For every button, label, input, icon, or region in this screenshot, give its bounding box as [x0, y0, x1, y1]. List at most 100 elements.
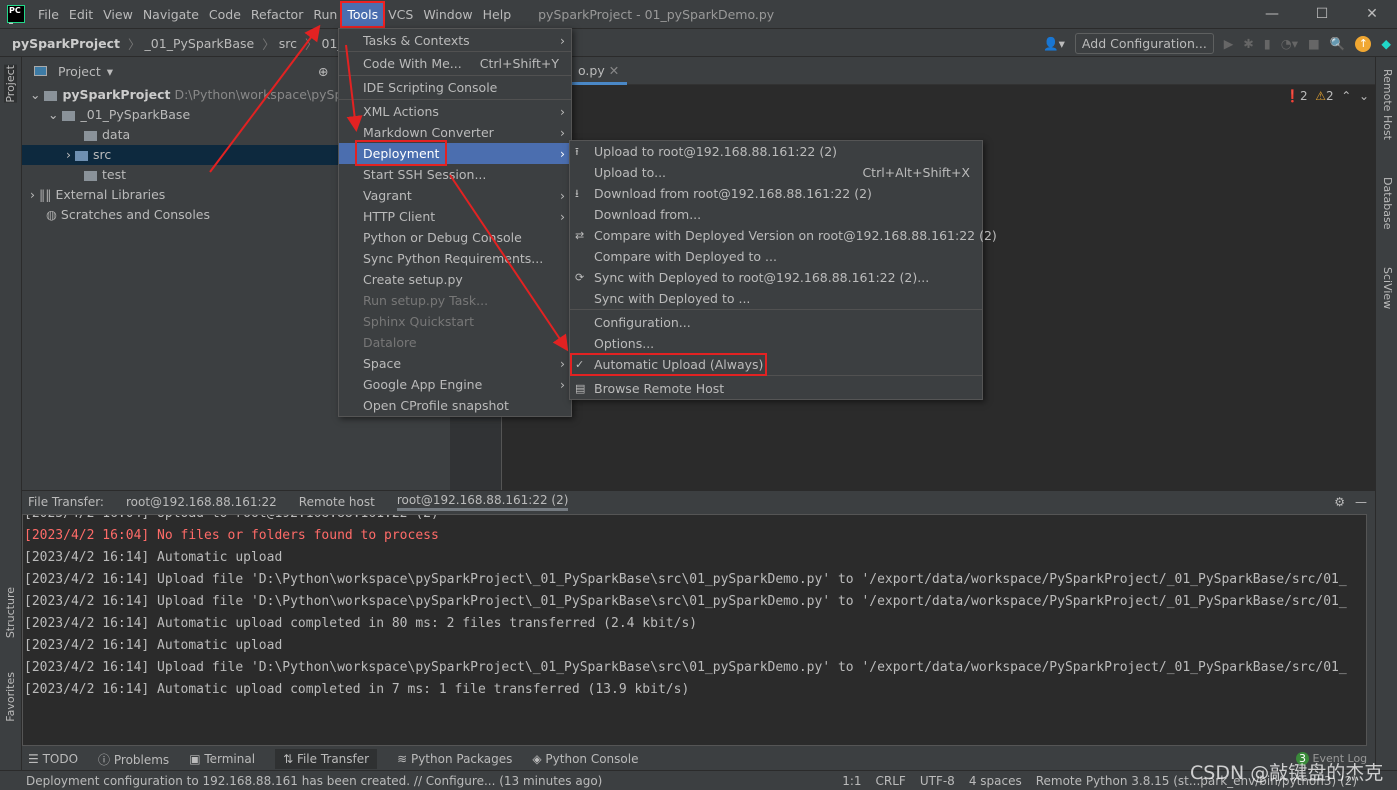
transfer-tab-remote-host[interactable]: Remote host: [299, 495, 375, 509]
favorites-tool-button[interactable]: Favorites: [4, 672, 17, 722]
tools-menu-item[interactable]: IDE Scripting Console: [339, 77, 571, 98]
tools-menu-item[interactable]: Python or Debug Console: [339, 227, 571, 248]
database-tool-button[interactable]: Database: [1381, 177, 1394, 230]
tools-menu-item[interactable]: Google App Engine ›: [339, 374, 571, 395]
deployment-menu-item[interactable]: Upload to... Ctrl+Alt+Shift+X: [570, 162, 982, 183]
tool-window-icon: ⓘ: [98, 752, 114, 767]
breadcrumb-module[interactable]: _01_PySparkBase: [145, 36, 255, 51]
hide-panel-icon[interactable]: —: [1355, 495, 1367, 509]
remote-host-tool-button[interactable]: Remote Host: [1381, 69, 1394, 140]
tools-menu-item[interactable]: Deployment ›: [339, 143, 571, 164]
menu-item-label: Options...: [594, 336, 655, 351]
menu-navigate[interactable]: Navigate: [138, 3, 204, 26]
menu-item-label: Automatic Upload (Always): [594, 357, 764, 372]
menu-refactor[interactable]: Refactor: [246, 3, 308, 26]
caret-position[interactable]: 1:1: [842, 774, 861, 788]
tools-menu-item[interactable]: Open CProfile snapshot: [339, 395, 571, 416]
tool-window-label: Problems: [113, 752, 170, 767]
stop-icon[interactable]: ■: [1308, 36, 1320, 51]
project-view-selector[interactable]: Project: [58, 64, 101, 79]
indent-setting[interactable]: 4 spaces: [969, 774, 1022, 788]
menu-code[interactable]: Code: [204, 3, 246, 26]
inspection-widget[interactable]: ❗2 ⚠2 ⌃ ⌄: [1285, 89, 1369, 103]
tools-menu-item[interactable]: Sphinx Quickstart: [339, 311, 571, 332]
tool-window-problems[interactable]: ⓘ Problems: [98, 751, 169, 768]
editor-tab[interactable]: o.py ✕: [570, 57, 628, 85]
tool-window-python-packages[interactable]: ≋ Python Packages: [397, 752, 512, 766]
menu-window[interactable]: Window: [418, 3, 477, 26]
menu-vcs[interactable]: VCS: [383, 3, 418, 26]
jetbrains-icon[interactable]: ◆: [1381, 36, 1391, 51]
close-button[interactable]: ✕: [1347, 0, 1397, 29]
deployment-menu-item[interactable]: ✓ Automatic Upload (Always): [570, 354, 982, 375]
breadcrumb-project[interactable]: pySparkProject: [12, 36, 120, 51]
debug-icon[interactable]: ✱: [1243, 36, 1253, 51]
tools-menu-item[interactable]: XML Actions ›: [339, 101, 571, 122]
deployment-menu-item[interactable]: ▤ Browse Remote Host: [570, 378, 982, 399]
update-icon[interactable]: ↑: [1355, 35, 1372, 52]
code-with-me-icon[interactable]: 👤▾: [1043, 36, 1065, 52]
menu-item-label: Compare with Deployed to ...: [594, 249, 777, 264]
transfer-tab-2[interactable]: root@192.168.88.161:22 (2): [396, 493, 569, 511]
tools-menu-item[interactable]: Run setup.py Task...: [339, 290, 571, 311]
tools-menu-item[interactable]: HTTP Client ›: [339, 206, 571, 227]
watermark: CSDN @敲键盘的杰克: [1190, 762, 1384, 784]
log-line: [2023/4/2 16:14] Automatic upload comple…: [24, 682, 690, 697]
deployment-menu-item[interactable]: Sync with Deployed to ...: [570, 288, 982, 309]
line-separator[interactable]: CRLF: [876, 774, 906, 788]
tools-menu-item[interactable]: Vagrant ›: [339, 185, 571, 206]
tools-menu-item[interactable]: Space ›: [339, 353, 571, 374]
tools-menu-item[interactable]: Code With Me... Ctrl+Shift+Y: [339, 53, 571, 74]
deployment-menu-item[interactable]: ⇄ Compare with Deployed Version on root@1…: [570, 225, 997, 246]
deployment-menu-item[interactable]: Download from...: [570, 204, 982, 225]
deployment-menu-item[interactable]: ⭳ Download from root@192.168.88.161:22 (2…: [570, 183, 982, 204]
log-line: [2023/4/2 16:14] Automatic upload comple…: [24, 616, 698, 631]
deployment-menu-item[interactable]: Configuration...: [570, 312, 982, 333]
tool-window-file-transfer[interactable]: ⇅ File Transfer: [275, 749, 378, 769]
add-configuration-button[interactable]: Add Configuration...: [1074, 33, 1214, 54]
tools-menu-item[interactable]: Markdown Converter ›: [339, 122, 571, 143]
deployment-menu-item[interactable]: ⟳ Sync with Deployed to root@192.168.88.1…: [570, 267, 982, 288]
transfer-log[interactable]: [2023/4/2 16:04] Upload to root@192.168.…: [22, 514, 1367, 746]
menu-bar: PC _ File Edit View Navigate Code Refactor Run T…: [0, 0, 1397, 29]
navigation-bar: pySparkProject〉 _01_PySparkBase〉 src〉 01…: [0, 30, 1397, 57]
status-message[interactable]: Deployment configuration to 192.168.88.1…: [26, 774, 602, 788]
search-icon[interactable]: 🔍: [1330, 36, 1346, 52]
menu-file[interactable]: File: [33, 3, 64, 26]
tools-menu-item[interactable]: Tasks & Contexts ›: [339, 30, 571, 51]
menu-help[interactable]: Help: [478, 3, 517, 26]
minimize-button[interactable]: —: [1247, 0, 1297, 29]
deployment-menu-item[interactable]: Compare with Deployed to ...: [570, 246, 982, 267]
file-encoding[interactable]: UTF-8: [920, 774, 955, 788]
submenu-arrow-icon: ›: [560, 33, 565, 48]
tools-menu-item[interactable]: Datalore: [339, 332, 571, 353]
deployment-menu-item[interactable]: Options...: [570, 333, 982, 354]
tools-menu-item[interactable]: Create setup.py: [339, 269, 571, 290]
menu-item-label: HTTP Client: [363, 209, 436, 224]
tools-menu-item[interactable]: Sync Python Requirements...: [339, 248, 571, 269]
run-icon[interactable]: ▶: [1224, 36, 1234, 51]
profile-icon[interactable]: ◔▾: [1281, 36, 1298, 51]
tools-menu-item[interactable]: Start SSH Session...: [339, 164, 571, 185]
menu-run[interactable]: Run: [308, 3, 342, 26]
locate-icon[interactable]: ⊕: [318, 64, 328, 79]
tool-window-terminal[interactable]: ▣ Terminal: [189, 752, 255, 766]
menu-item-label: IDE Scripting Console: [363, 80, 498, 95]
coverage-icon[interactable]: ▮: [1264, 36, 1271, 51]
file-transfer-panel: File Transfer: root@192.168.88.161:22 Re…: [22, 490, 1375, 748]
project-tool-button[interactable]: Project: [4, 65, 17, 103]
maximize-button[interactable]: ☐: [1297, 0, 1347, 29]
sciview-tool-button[interactable]: SciView: [1381, 267, 1394, 309]
menu-edit[interactable]: Edit: [64, 3, 98, 26]
structure-tool-button[interactable]: Structure: [4, 587, 17, 638]
menu-view[interactable]: View: [98, 3, 138, 26]
deployment-menu-item[interactable]: ⭱ Upload to root@192.168.88.161:22 (2): [570, 141, 982, 162]
menu-tools[interactable]: Tools: [340, 0, 386, 28]
settings-gear-icon[interactable]: ⚙: [1334, 495, 1345, 509]
transfer-tab-1[interactable]: root@192.168.88.161:22: [126, 495, 277, 509]
shortcut-label: Ctrl+Alt+Shift+X: [862, 165, 970, 180]
breadcrumb-src[interactable]: src: [279, 36, 297, 51]
tool-window-todo[interactable]: ☰ TODO: [28, 752, 78, 766]
log-line: [2023/4/2 16:14] Upload file 'D:\Python\…: [24, 572, 1347, 587]
tool-window-python-console[interactable]: ◈ Python Console: [532, 752, 638, 766]
